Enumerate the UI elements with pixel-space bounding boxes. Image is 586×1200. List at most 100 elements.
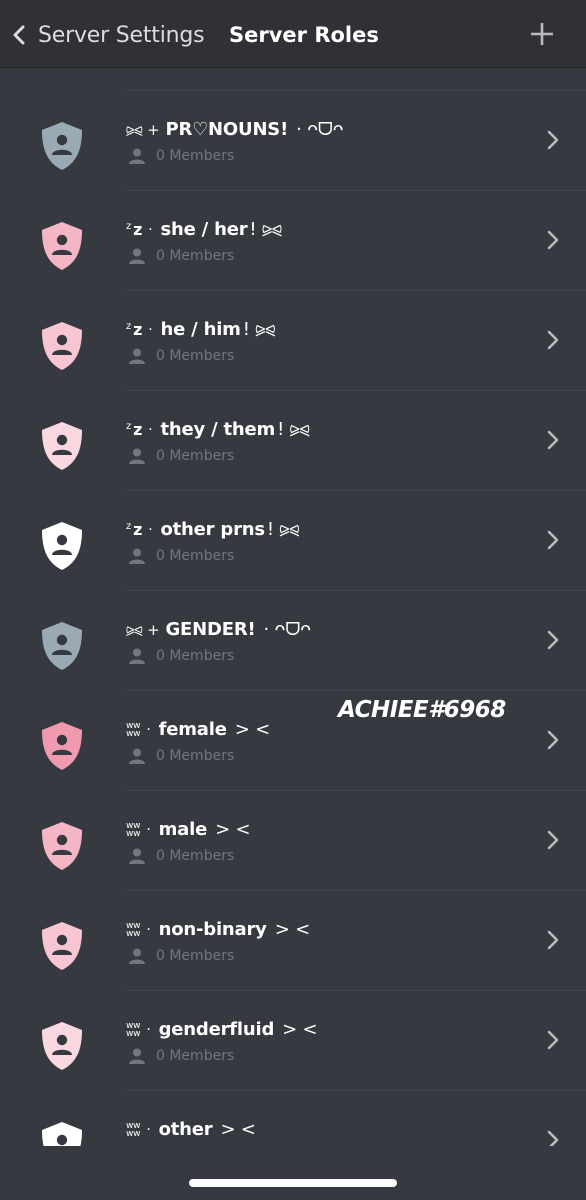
plus-icon: [531, 23, 553, 45]
role-row[interactable]: ⪩⪨ + GENDER! · ᴖᗜᴖ 0 Members: [0, 591, 586, 691]
add-role-button[interactable]: [528, 20, 556, 48]
member-count: 0 Members: [128, 147, 234, 165]
role-shield-icon: [42, 922, 82, 970]
person-icon: [129, 548, 145, 564]
role-shield-icon: [42, 222, 82, 270]
role-label: PR♡NOUNS!: [165, 119, 289, 140]
separator-dot: ·: [148, 421, 153, 438]
person-icon: [129, 848, 145, 864]
separator-dot: ·: [146, 921, 151, 938]
person-icon: [129, 448, 145, 464]
role-suffix: ! ⪩⪨: [249, 219, 282, 240]
separator-dot: ·: [146, 821, 151, 838]
person-icon: [129, 248, 145, 264]
role-shield-icon: [42, 122, 82, 170]
role-label: he / him: [160, 319, 241, 340]
role-row[interactable]: ww ww · genderfluid > < 0 Members: [0, 991, 586, 1091]
role-label: GENDER!: [165, 619, 256, 640]
role-label: female: [158, 719, 227, 740]
member-count: 0 Members: [128, 347, 234, 365]
role-name: ww ww · female > <: [126, 719, 270, 740]
member-count: 0 Members: [128, 647, 234, 665]
role-shield-icon: [42, 422, 82, 470]
role-suffix: · ᴖᗜᴖ: [296, 119, 344, 140]
page-title: Server Roles: [229, 23, 379, 47]
separator-dot: ·: [146, 721, 151, 738]
role-suffix: ! ⪩⪨: [266, 519, 300, 540]
role-shield-icon: [42, 822, 82, 870]
watermark: ACHIEE#6968: [338, 697, 506, 723]
person-icon: [129, 948, 145, 964]
member-count: 0 Members: [128, 1047, 234, 1065]
role-shield-icon: [42, 1022, 82, 1070]
role-row[interactable]: ww ww · male > < 0 Members: [0, 791, 586, 891]
member-count: 0 Members: [128, 247, 234, 265]
role-prefix: ww ww: [126, 1120, 141, 1139]
role-label: she / her: [160, 219, 248, 240]
member-count-label: 0 Members: [156, 248, 235, 264]
role-prefix: ww ww: [126, 1020, 141, 1039]
role-row[interactable]: ww ww · non-binary > < 0 Members: [0, 891, 586, 991]
role-name: ww ww · genderfluid > <: [126, 1019, 318, 1040]
member-count: 0 Members: [128, 747, 234, 765]
role-row[interactable]: z z · other prns! ⪩⪨ 0 Members: [0, 491, 586, 591]
separator-dot: ·: [146, 1121, 151, 1138]
member-count-label: 0 Members: [156, 948, 235, 964]
chevron-right-icon: [547, 130, 559, 150]
back-button[interactable]: Server Settings: [12, 20, 205, 50]
role-suffix: > <: [220, 1119, 256, 1140]
role-suffix: > <: [274, 919, 310, 940]
chevron-right-icon: [547, 730, 559, 750]
role-suffix: > <: [282, 1019, 318, 1040]
back-label: Server Settings: [38, 22, 205, 48]
role-name: z z · he / him! ⪩⪨: [126, 319, 275, 340]
role-suffix: ! ⪩⪨: [242, 319, 276, 340]
role-name: ww ww · non-binary > <: [126, 919, 310, 940]
home-indicator[interactable]: [189, 1179, 397, 1187]
person-icon: [129, 1048, 145, 1064]
chevron-right-icon: [547, 430, 559, 450]
role-prefix: ⪩⪨ +: [126, 620, 160, 639]
role-prefix: zz: [126, 220, 143, 239]
role-name: z z · other prns! ⪩⪨: [126, 519, 300, 540]
role-label: they / them: [160, 419, 276, 440]
role-prefix: ww ww: [126, 720, 141, 739]
member-count: 0 Members: [128, 547, 234, 565]
role-label: other: [158, 1119, 213, 1140]
role-row[interactable]: z z · she / her! ⪩⪨ 0 Members: [0, 191, 586, 291]
role-prefix: zz: [126, 320, 143, 339]
role-shield-icon: [42, 322, 82, 370]
role-name: ⪩⪨ + PR♡NOUNS! · ᴖᗜᴖ: [126, 119, 344, 140]
role-suffix: ! ⪩⪨: [277, 419, 310, 440]
member-count: 0 Members: [128, 947, 234, 965]
top-nav-bar: Server Settings Server Roles: [0, 0, 586, 68]
chevron-right-icon: [547, 830, 559, 850]
role-name: ww ww · other > <: [126, 1119, 256, 1140]
role-prefix: ww ww: [126, 920, 141, 939]
chevron-right-icon: [547, 230, 559, 250]
person-icon: [129, 148, 145, 164]
chevron-right-icon: [547, 930, 559, 950]
member-count-label: 0 Members: [156, 448, 235, 464]
role-shield-icon: [42, 522, 82, 570]
role-row[interactable]: z z · he / him! ⪩⪨ 0 Members: [0, 291, 586, 391]
member-count: 0 Members: [128, 847, 234, 865]
separator-dot: ·: [146, 1021, 151, 1038]
role-name: z z · they / them! ⪩⪨: [126, 419, 310, 440]
list-bottom-area: [0, 1146, 586, 1200]
role-prefix: zz: [126, 420, 143, 439]
role-row[interactable]: ⪩⪨ + PR♡NOUNS! · ᴖᗜᴖ 0 Members: [0, 91, 586, 191]
chevron-right-icon: [547, 530, 559, 550]
separator-dot: ·: [148, 321, 153, 338]
member-count: 0 Members: [128, 447, 234, 465]
person-icon: [129, 748, 145, 764]
member-count-label: 0 Members: [156, 348, 235, 364]
chevron-left-icon: [13, 25, 25, 45]
member-count-label: 0 Members: [156, 648, 235, 664]
role-row[interactable]: z z · they / them! ⪩⪨ 0 Members: [0, 391, 586, 491]
person-icon: [129, 648, 145, 664]
role-name: ww ww · male > <: [126, 819, 251, 840]
role-name: ⪩⪨ + GENDER! · ᴖᗜᴖ: [126, 619, 311, 640]
person-icon: [129, 348, 145, 364]
member-count-label: 0 Members: [156, 548, 235, 564]
